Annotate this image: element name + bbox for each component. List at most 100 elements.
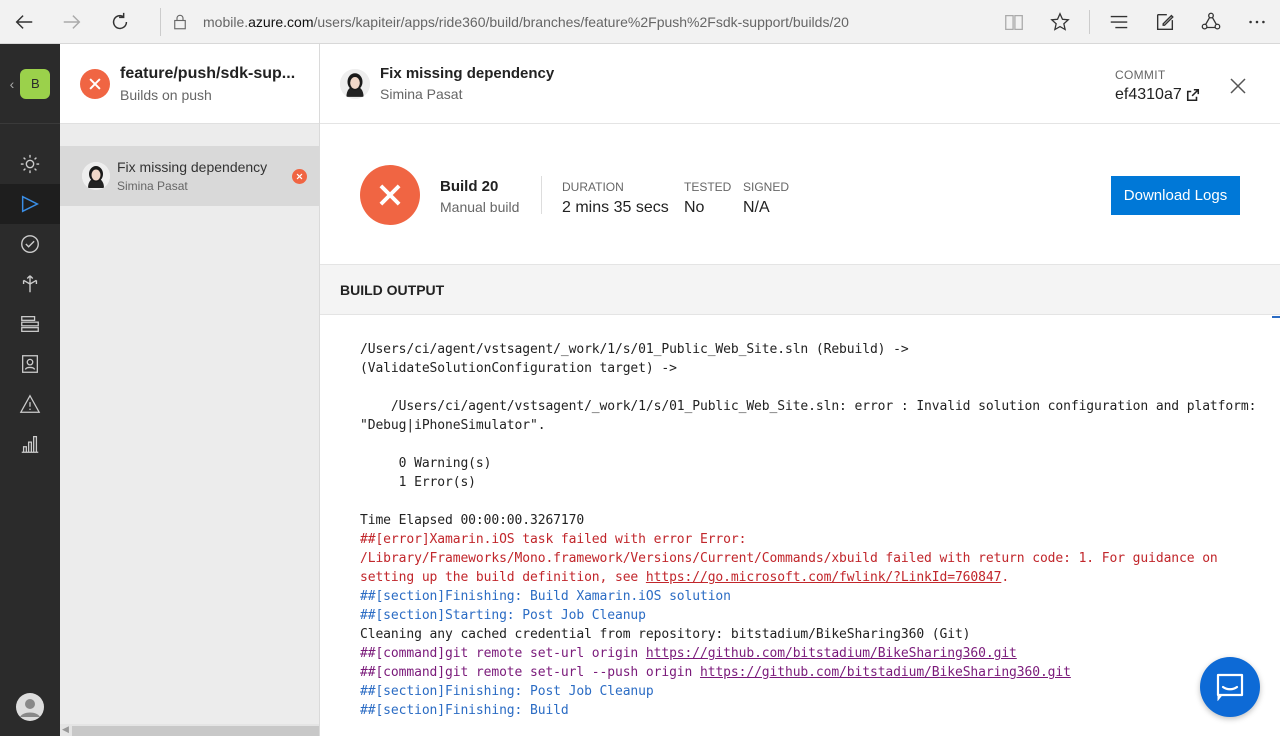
- commit-author: Simina Pasat: [380, 86, 463, 102]
- user-avatar-icon[interactable]: [15, 692, 45, 722]
- favorite-button[interactable]: [1037, 0, 1083, 44]
- browser-toolbar: mobile.azure.com/users/kapiteir/apps/rid…: [0, 0, 1280, 44]
- log-line: /Library/Frameworks/Mono.framework/Versi…: [360, 549, 1280, 568]
- app-switcher[interactable]: ‹ B: [0, 44, 60, 124]
- rail-item-test[interactable]: [0, 224, 60, 264]
- star-icon: [1050, 12, 1070, 31]
- external-link-icon: [1186, 88, 1199, 102]
- duration-label: DURATION: [562, 180, 624, 194]
- forward-button[interactable]: [48, 0, 96, 44]
- download-logs-button[interactable]: Download Logs: [1111, 176, 1240, 215]
- toolbar-divider: [1089, 10, 1090, 34]
- failed-status-icon: [292, 169, 307, 184]
- build-type: Manual build: [440, 199, 520, 215]
- signed-value: N/A: [743, 199, 770, 216]
- chevron-left-icon: ‹: [9, 75, 15, 92]
- log-line-text: /Users/ci/agent/vstsagent/_work/1/s/01_P…: [360, 342, 909, 357]
- check-circle-icon: [21, 235, 39, 253]
- log-line: ##[section]Starting: Post Job Cleanup: [360, 606, 1280, 625]
- hub-button[interactable]: [1096, 0, 1142, 44]
- log-line-text: ##[section]Finishing: Build Xamarin.iOS …: [360, 589, 731, 604]
- log-line: ##[section]Finishing: Post Job Cleanup: [360, 682, 1280, 701]
- log-link[interactable]: https://go.microsoft.com/fwlink/?LinkId=…: [646, 570, 1002, 585]
- reading-view-button[interactable]: [991, 0, 1037, 44]
- stack-icon: [21, 316, 39, 332]
- log-line: ##[command]git remote set-url origin htt…: [360, 644, 1280, 663]
- log-line: ##[section]Finishing: Build: [360, 701, 1280, 720]
- web-note-button[interactable]: [1142, 0, 1188, 44]
- app-nav-rail: ‹ B: [0, 44, 60, 736]
- scroll-left-icon[interactable]: ◀: [62, 724, 69, 735]
- build-output-log: /Users/ci/agent/vstsagent/_work/1/s/01_P…: [320, 316, 1280, 736]
- log-line-text: /Users/ci/agent/vstsagent/_work/1/s/01_P…: [360, 399, 1257, 414]
- back-arrow-icon: [15, 14, 33, 29]
- ellipsis-icon: [1249, 20, 1265, 24]
- refresh-icon: [112, 12, 128, 29]
- chat-button[interactable]: [1200, 657, 1260, 717]
- log-line-text: "Debug|iPhoneSimulator".: [360, 418, 546, 433]
- rail-item-analytics[interactable]: [0, 424, 60, 464]
- list-item[interactable]: Fix missing dependency Simina Pasat: [60, 146, 319, 206]
- log-link[interactable]: https://github.com/bitstadium/BikeSharin…: [700, 665, 1071, 680]
- log-line: ##[command]git remote set-url --push ori…: [360, 663, 1280, 682]
- log-link[interactable]: https://github.com/bitstadium/BikeSharin…: [646, 646, 1017, 661]
- rail-item-overview[interactable]: [0, 144, 60, 184]
- refresh-button[interactable]: [96, 0, 144, 44]
- log-line: ##[section]Finishing: Build Xamarin.iOS …: [360, 587, 1280, 606]
- list-item-title: Fix missing dependency: [117, 159, 268, 175]
- bar-chart-icon: [21, 436, 39, 453]
- log-line-text: 1 Error(s): [360, 475, 476, 490]
- log-line-text: ##[error]Xamarin.iOS task failed with er…: [360, 532, 747, 547]
- commit-label: COMMIT: [1115, 68, 1166, 82]
- build-output-header: BUILD OUTPUT: [320, 265, 1280, 315]
- forward-arrow-icon: [63, 14, 81, 29]
- avatar: [340, 68, 370, 99]
- horizontal-scrollbar[interactable]: ◀: [60, 724, 319, 736]
- signed-stat: SIGNED N/A: [743, 180, 789, 217]
- url-text: mobile.azure.com/users/kapiteir/apps/rid…: [203, 14, 849, 30]
- share-button[interactable]: [1188, 0, 1234, 44]
- build-number: Build 20: [440, 178, 499, 195]
- log-line-text: ##[section]Finishing: Post Job Cleanup: [360, 684, 654, 699]
- failed-status-icon: [360, 165, 420, 225]
- duration-value: 2 mins 35 secs: [562, 199, 669, 216]
- log-line-text: setting up the build definition, see: [360, 570, 646, 585]
- back-button[interactable]: [0, 0, 48, 44]
- tested-label: TESTED: [684, 180, 732, 194]
- log-line: 0 Warning(s): [360, 454, 1280, 473]
- user-card-icon: [22, 355, 38, 373]
- divider: [541, 176, 542, 214]
- rail-item-distribute[interactable]: [0, 264, 60, 304]
- rail-item-errors[interactable]: [0, 384, 60, 424]
- log-line-text: 0 Warning(s): [360, 456, 492, 471]
- log-line-text: ##[section]Starting: Post Job Cleanup: [360, 608, 646, 623]
- log-line-suffix: .: [1001, 570, 1010, 585]
- log-line: Time Elapsed 00:00:00.3267170: [360, 511, 1280, 530]
- commit-hash-link[interactable]: ef4310a7: [1115, 86, 1200, 104]
- branch-subtitle: Builds on push: [120, 86, 212, 103]
- tested-stat: TESTED No: [684, 180, 731, 217]
- address-bar[interactable]: mobile.azure.com/users/kapiteir/apps/rid…: [160, 8, 1010, 36]
- duration-stat: DURATION 2 mins 35 secs: [562, 180, 669, 217]
- close-icon[interactable]: [1228, 76, 1248, 96]
- list-item-author: Simina Pasat: [117, 179, 188, 193]
- log-line-text: Time Elapsed 00:00:00.3267170: [360, 513, 585, 528]
- log-line: "Debug|iPhoneSimulator".: [360, 416, 1280, 435]
- log-line: /Users/ci/agent/vstsagent/_work/1/s/01_P…: [360, 397, 1280, 416]
- warning-icon: [19, 394, 41, 413]
- failed-status-icon: [80, 68, 110, 99]
- distribute-icon: [22, 275, 38, 293]
- log-line-text: Cleaning any cached credential from repo…: [360, 627, 971, 642]
- log-line: /Users/ci/agent/vstsagent/_work/1/s/01_P…: [360, 340, 1280, 359]
- rail-item-users[interactable]: [0, 344, 60, 384]
- more-button[interactable]: [1234, 0, 1280, 44]
- log-line: (ValidateSolutionConfiguration target) -…: [360, 359, 1280, 378]
- rail-item-crashes[interactable]: [0, 304, 60, 344]
- scrollbar-thumb[interactable]: [72, 726, 319, 736]
- rail-item-build[interactable]: [0, 184, 60, 224]
- log-line-text: /Library/Frameworks/Mono.framework/Versi…: [360, 551, 1218, 566]
- log-line-text: (ValidateSolutionConfiguration target) -…: [360, 361, 677, 376]
